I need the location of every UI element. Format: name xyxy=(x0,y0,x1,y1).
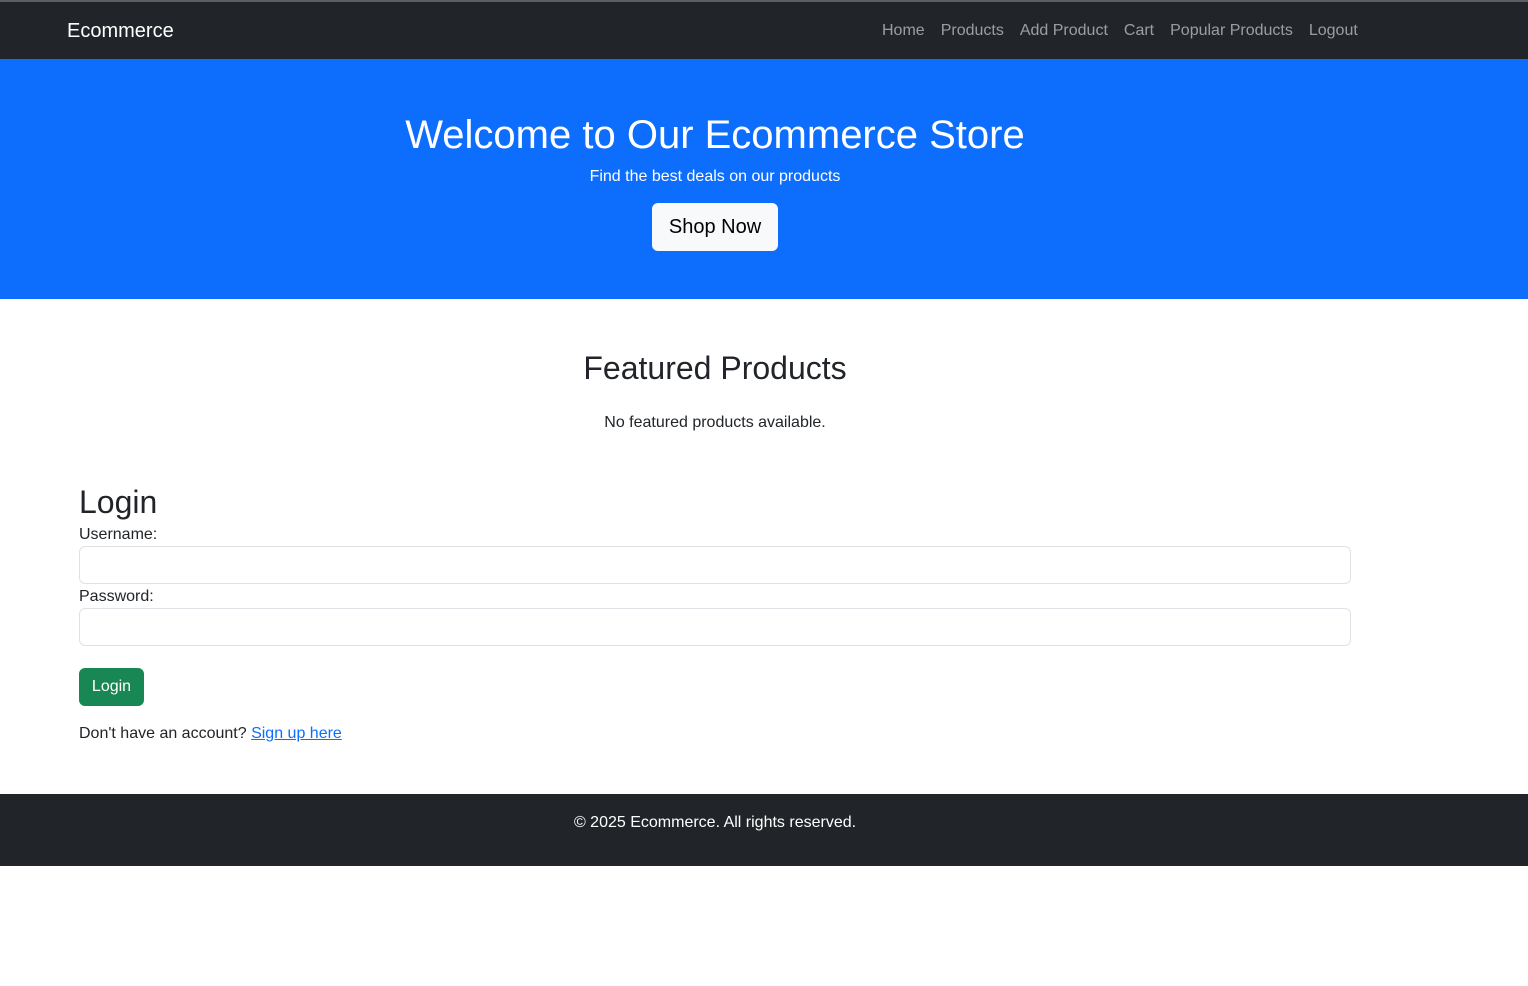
nav-link-logout[interactable]: Logout xyxy=(1301,22,1366,40)
login-section: Login Username: Password: Login Don't ha… xyxy=(79,480,1351,742)
nav-link-popular-products[interactable]: Popular Products xyxy=(1162,22,1301,40)
featured-products-title: Featured Products xyxy=(583,350,847,386)
nav-links: Home Products Add Product Cart Popular P… xyxy=(874,2,1366,59)
nav-link-add-product[interactable]: Add Product xyxy=(1012,22,1116,40)
hero-title: Welcome to Our Ecommerce Store xyxy=(405,113,1025,157)
hero-subtitle: Find the best deals on our products xyxy=(589,168,841,185)
brand-link[interactable]: Ecommerce xyxy=(67,2,174,59)
login-title: Login xyxy=(79,484,158,520)
nav-link-products[interactable]: Products xyxy=(933,22,1012,40)
login-button[interactable]: Login xyxy=(79,668,144,706)
signup-prompt-line: Don't have an account? Sign up here xyxy=(79,723,342,745)
username-label: Username: xyxy=(79,526,158,543)
username-input[interactable] xyxy=(79,546,1351,584)
hero-banner: Welcome to Our Ecommerce Store Find the … xyxy=(0,59,1528,299)
password-label: Password: xyxy=(79,588,154,605)
featured-products-section: Featured Products No featured products a… xyxy=(0,346,1430,434)
navbar: Ecommerce Home Products Add Product Cart… xyxy=(0,2,1528,59)
nav-link-cart[interactable]: Cart xyxy=(1116,22,1162,40)
password-input[interactable] xyxy=(79,608,1351,646)
shop-now-button[interactable]: Shop Now xyxy=(652,203,778,251)
footer-copyright: © 2025 Ecommerce. All rights reserved. xyxy=(573,814,857,831)
footer: © 2025 Ecommerce. All rights reserved. xyxy=(0,794,1528,866)
signup-link[interactable]: Sign up here xyxy=(251,725,342,742)
nav-link-home[interactable]: Home xyxy=(874,22,933,40)
featured-empty-message: No featured products available. xyxy=(604,414,826,431)
signup-prompt-text: Don't have an account? xyxy=(79,725,247,742)
